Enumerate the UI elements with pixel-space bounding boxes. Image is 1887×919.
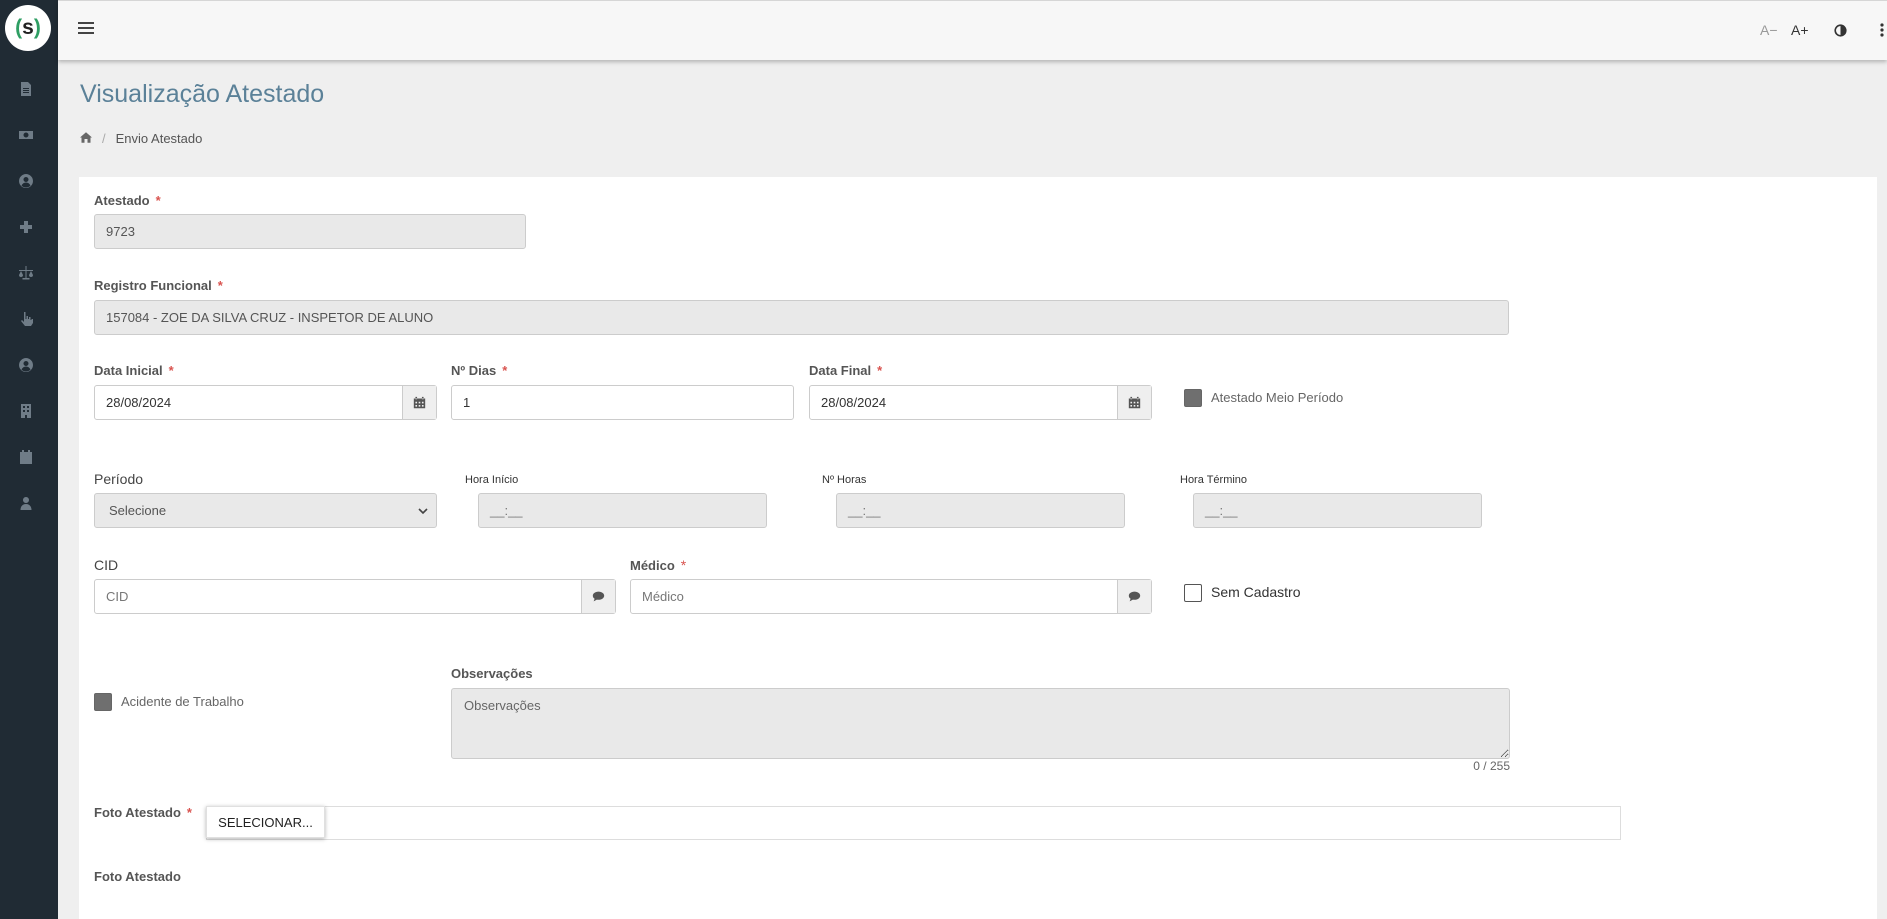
money-icon[interactable] xyxy=(15,124,37,146)
char-counter: 0 / 255 xyxy=(1473,759,1510,773)
topbar: A− A+ xyxy=(58,0,1887,60)
medico-label: Médico * xyxy=(630,557,687,573)
observacoes-label: Observações xyxy=(451,666,533,681)
observacoes-textarea[interactable] xyxy=(451,688,1510,759)
app-logo[interactable]: (s) xyxy=(5,5,51,51)
breadcrumb-separator: / xyxy=(102,130,106,146)
home-icon[interactable] xyxy=(80,131,92,146)
font-increase-button[interactable]: A+ xyxy=(1791,19,1809,41)
menu-toggle-icon[interactable] xyxy=(76,19,96,39)
foto-preview-label: Foto Atestado xyxy=(94,869,181,884)
breadcrumb: / Envio Atestado xyxy=(80,130,202,146)
vertical-dots-icon[interactable] xyxy=(1880,19,1884,41)
meio-periodo-checkbox[interactable] xyxy=(1184,389,1202,407)
registro-funcional-field[interactable]: 157084 - ZOE DA SILVA CRUZ - INSPETOR DE… xyxy=(94,300,1509,335)
acidente-trabalho-checkbox[interactable] xyxy=(94,693,112,711)
atestado-label: Atestado * xyxy=(94,193,161,208)
font-decrease-button[interactable]: A− xyxy=(1760,19,1778,41)
medico-placeholder: Médico xyxy=(642,589,684,604)
select-file-button[interactable]: SELECIONAR... xyxy=(206,806,325,838)
hora-inicio-label: Hora Início xyxy=(465,474,519,486)
hora-termino-label: Hora Término xyxy=(1180,474,1248,486)
sem-cadastro-label: Sem Cadastro xyxy=(1211,584,1301,600)
sem-cadastro-checkbox[interactable] xyxy=(1184,584,1202,602)
user-circle-2-icon[interactable] xyxy=(15,354,37,376)
medico-input[interactable]: Médico xyxy=(630,579,1152,614)
hora-inicio-input[interactable]: __:__ xyxy=(478,493,767,528)
scale-icon[interactable] xyxy=(15,262,37,284)
data-inicial-value: 28/08/2024 xyxy=(106,395,172,410)
user-circle-icon[interactable] xyxy=(15,170,37,192)
n-dias-input[interactable]: 1 xyxy=(451,385,794,420)
calendar-icon[interactable] xyxy=(15,446,37,468)
periodo-label: Período xyxy=(94,471,144,487)
atestado-field[interactable]: 9723 xyxy=(94,214,526,249)
building-icon[interactable] xyxy=(15,400,37,422)
data-inicial-label: Data Inicial * xyxy=(94,363,174,378)
calendar-icon[interactable] xyxy=(402,386,436,419)
page-title: Visualização Atestado xyxy=(80,80,325,108)
n-horas-label: Nº Horas xyxy=(822,474,867,486)
cid-input[interactable]: CID xyxy=(94,579,616,614)
hora-termino-input[interactable]: __:__ xyxy=(1193,493,1482,528)
contrast-icon[interactable] xyxy=(1834,19,1847,41)
sidebar: (s) xyxy=(0,0,58,919)
hand-pointer-icon[interactable] xyxy=(15,308,37,330)
data-final-input[interactable]: 28/08/2024 xyxy=(809,385,1152,420)
breadcrumb-current: Envio Atestado xyxy=(115,130,203,146)
calendar-icon[interactable] xyxy=(1117,386,1151,419)
data-final-value: 28/08/2024 xyxy=(821,395,887,410)
chevron-down-icon xyxy=(418,508,428,515)
data-inicial-input[interactable]: 28/08/2024 xyxy=(94,385,437,420)
file-upload-box[interactable] xyxy=(206,806,1621,840)
cid-label: CID xyxy=(94,557,119,573)
n-dias-label: Nº Dias * xyxy=(451,363,508,378)
comment-icon[interactable] xyxy=(581,580,615,613)
logo-letter: s xyxy=(22,16,34,39)
meio-periodo-label: Atestado Meio Período xyxy=(1211,390,1344,405)
acidente-trabalho-label: Acidente de Trabalho xyxy=(121,694,244,709)
cid-placeholder: CID xyxy=(106,589,129,604)
periodo-select[interactable]: Selecione xyxy=(94,493,437,528)
user-icon[interactable] xyxy=(15,492,37,514)
data-final-label: Data Final * xyxy=(809,363,883,378)
plus-icon[interactable] xyxy=(15,216,37,238)
registro-funcional-label: Registro Funcional * xyxy=(94,278,223,293)
foto-atestado-label: Foto Atestado * xyxy=(94,805,192,820)
n-horas-input[interactable]: __:__ xyxy=(836,493,1125,528)
periodo-selected: Selecione xyxy=(109,503,167,518)
document-icon[interactable] xyxy=(15,78,37,100)
comment-icon[interactable] xyxy=(1117,580,1151,613)
